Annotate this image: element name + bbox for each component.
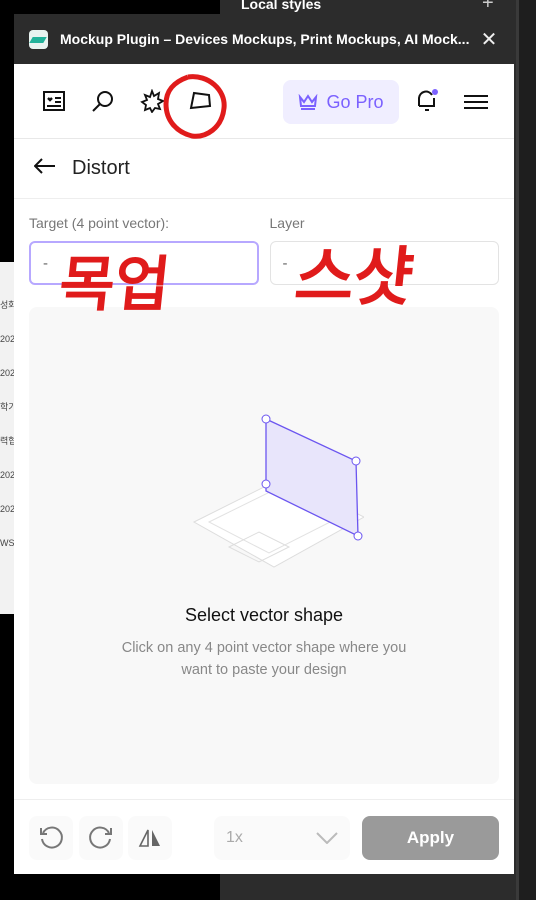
toolbar: Go Pro <box>14 64 514 139</box>
plugin-logo <box>29 29 48 49</box>
undo-icon <box>40 826 63 849</box>
empty-state-description: Click on any 4 point vector shape where … <box>121 640 407 678</box>
annotation-text-screenshot: 스샷 <box>291 241 418 315</box>
bell-icon[interactable] <box>414 86 440 119</box>
page-title: Distort <box>72 157 130 179</box>
go-pro-label: Go Pro <box>326 91 384 112</box>
scale-value: 1x <box>226 829 243 846</box>
redo-icon <box>89 826 112 849</box>
menu-icon[interactable] <box>464 94 488 115</box>
scale-select[interactable]: 1x <box>214 816 350 860</box>
undo-button[interactable] <box>29 816 73 860</box>
apply-button[interactable]: Apply <box>362 816 499 860</box>
window-title: Mockup Plugin – Devices Mockups, Print M… <box>60 31 470 47</box>
close-icon[interactable]: ✕ <box>479 27 499 52</box>
mockups-list-icon[interactable] <box>34 81 74 121</box>
annotation-circle <box>163 74 227 139</box>
empty-state-title: Select vector shape <box>184 605 344 625</box>
back-arrow-icon[interactable] <box>33 158 56 179</box>
plus-icon[interactable]: + <box>482 0 494 15</box>
target-label: Target (4 point vector): <box>29 215 170 231</box>
flip-button[interactable] <box>128 816 172 860</box>
search-icon[interactable] <box>83 81 123 121</box>
chevron-down-icon <box>316 832 338 844</box>
title-bar: Mockup Plugin – Devices Mockups, Print M… <box>14 14 514 64</box>
flip-icon <box>138 829 160 847</box>
page-header: Distort <box>14 139 514 199</box>
redo-button[interactable] <box>79 816 123 860</box>
go-pro-button[interactable]: Go Pro <box>283 80 399 124</box>
annotation-text-mockup: 목업 <box>55 250 174 320</box>
crown-icon <box>299 94 318 110</box>
footer-bar: 1x Apply <box>14 799 514 874</box>
plugin-window: Mockup Plugin – Devices Mockups, Print M… <box>14 14 514 874</box>
laptop-illustration <box>192 414 364 568</box>
background-page-strip: 성화 2024- 2024 학기 력협 2024 2024 WS X <box>0 262 14 614</box>
background-strip <box>516 0 536 900</box>
empty-state-area: Select vector shape Click on any 4 point… <box>29 307 499 784</box>
local-styles-label: Local styles <box>241 0 322 12</box>
